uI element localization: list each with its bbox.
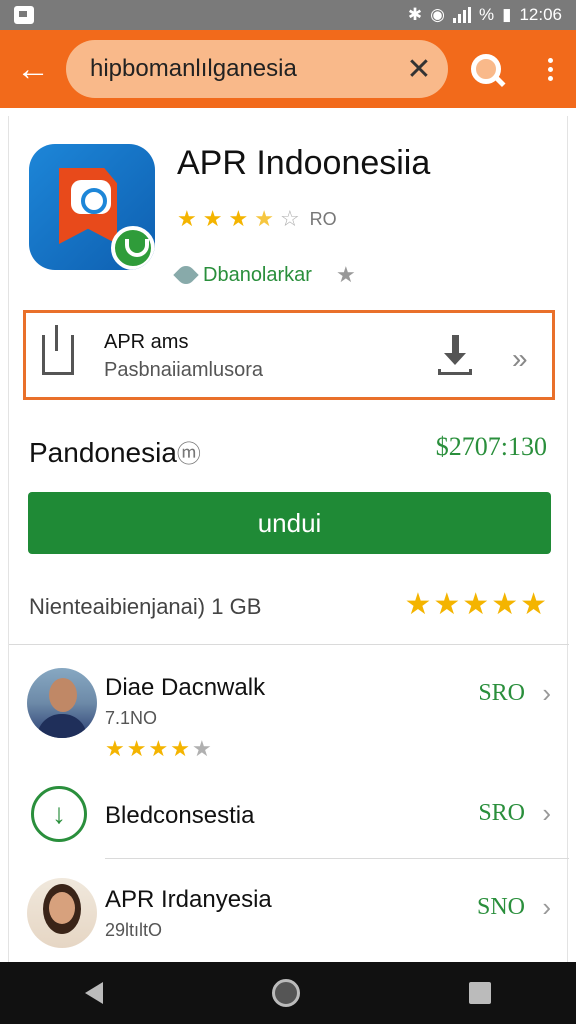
star-icon: ★ [126,736,147,761]
star-icon: ★ [520,588,547,621]
info-subtitle: Pasbnaiiamlusora [104,359,263,381]
developer-row[interactable]: Dbanolarkar ★ [173,262,356,288]
star-icon: ☆ [279,206,300,231]
nav-back-icon[interactable] [84,982,103,1004]
star-icon: ★ [148,736,169,761]
star-icon: ★ [105,736,125,761]
list-item-rating: ★ ★ ★ ★ ★ [105,738,212,760]
developer-icon [173,262,199,288]
back-arrow-icon[interactable]: ← [0,30,66,108]
star-icon: ★ [228,206,249,231]
avatar [27,878,97,948]
star-icon: ★ [462,588,490,621]
list-item-title: APR Irdanyesia [105,886,272,913]
search-field[interactable]: hipbomanlılganesia ✕ [66,40,448,98]
avatar [27,668,97,738]
list-item-subtitle: 29ltıltO [105,920,163,940]
search-input[interactable]: hipbomanlılganesia [90,55,404,83]
install-button[interactable]: undui [28,492,551,554]
battery-percent: % [478,5,495,24]
download-icon[interactable] [438,335,472,379]
wifi-icon: ◉ [430,5,445,24]
list-item[interactable]: ↓ Bledconsestia SRO › [9,780,569,854]
status-bar: ✱ ◉ % ▮ 12:06 [0,0,576,30]
info-title: APR ams [104,331,189,353]
list-item-price: SRO [478,680,525,706]
download-circle-icon: ↓ [31,786,87,842]
app-meta-text: Nienteaibienjanai) 1 GB [29,594,262,619]
chevron-right-icon[interactable]: › [542,678,551,709]
more-vert-icon[interactable] [524,30,576,108]
forward-icon[interactable]: » [512,343,528,375]
status-icons: ✱ ◉ % ▮ 12:06 [408,5,562,25]
star-icon: ★ [170,736,190,761]
price-label: Pandonesiaⓜ [29,437,201,468]
search-icon [471,54,501,84]
divider [105,858,569,859]
star-icon: ★ [177,206,197,231]
list-item-subtitle: 7.1NO [105,708,158,728]
top-app-bar: ← hipbomanlılganesia ✕ [0,30,576,108]
nav-recents-icon[interactable] [469,982,492,1004]
star-icon: ★ [433,588,461,621]
share-icon[interactable] [42,325,74,375]
list-item-price: SNO [476,894,525,920]
chevron-right-icon[interactable]: › [542,892,551,923]
verified-badge-icon [111,226,155,270]
list-item[interactable]: Diae Dacnwalk 7.1NO ★ ★ ★ ★ ★ SRO › [9,660,569,770]
clear-icon[interactable]: ✕ [404,53,434,86]
price-value: $2707:130 [435,432,547,461]
nav-home-icon[interactable] [271,979,300,1007]
info-icon: ⓜ [176,441,201,468]
search-button[interactable] [448,30,524,108]
app-icon [29,144,155,270]
notification-icon [14,6,34,24]
list-item-price: SRO [478,800,525,826]
star-icon: ★ [404,588,432,621]
list-item-title: Diae Dacnwalk [105,674,266,701]
star-icon: ★ [202,206,223,231]
highlighted-info-box[interactable]: APR ams Pasbnaiiamlusora » [23,310,555,400]
navigation-bar [0,962,576,1024]
app-detail-card: APR Indoonesiia ★ ★ ★ ★ ☆ RO Dbanolarkar… [8,116,569,966]
battery-icon: ▮ [502,5,512,24]
chevron-right-icon[interactable]: › [542,798,551,829]
list-item[interactable]: APR Irdanyesia 29ltıltO SNO › [9,872,569,966]
app-rating: ★ ★ ★ ★ ☆ RO [177,208,337,230]
bluetooth-icon: ✱ [407,5,423,24]
star-icon: ★ [335,262,356,287]
clock: 12:06 [519,5,562,24]
developer-name: Dbanolarkar [203,263,312,286]
list-item-title: Bledconsestia [105,802,255,829]
meta-rating: ★ ★ ★ ★ ★ [404,590,547,620]
rating-count: RO [309,208,337,229]
star-icon: ★ [254,206,274,231]
signal-icon [452,7,471,23]
star-icon: ★ [191,736,212,761]
star-icon: ★ [491,588,519,621]
divider [9,644,569,645]
app-title: APR Indoonesiia [177,144,431,182]
